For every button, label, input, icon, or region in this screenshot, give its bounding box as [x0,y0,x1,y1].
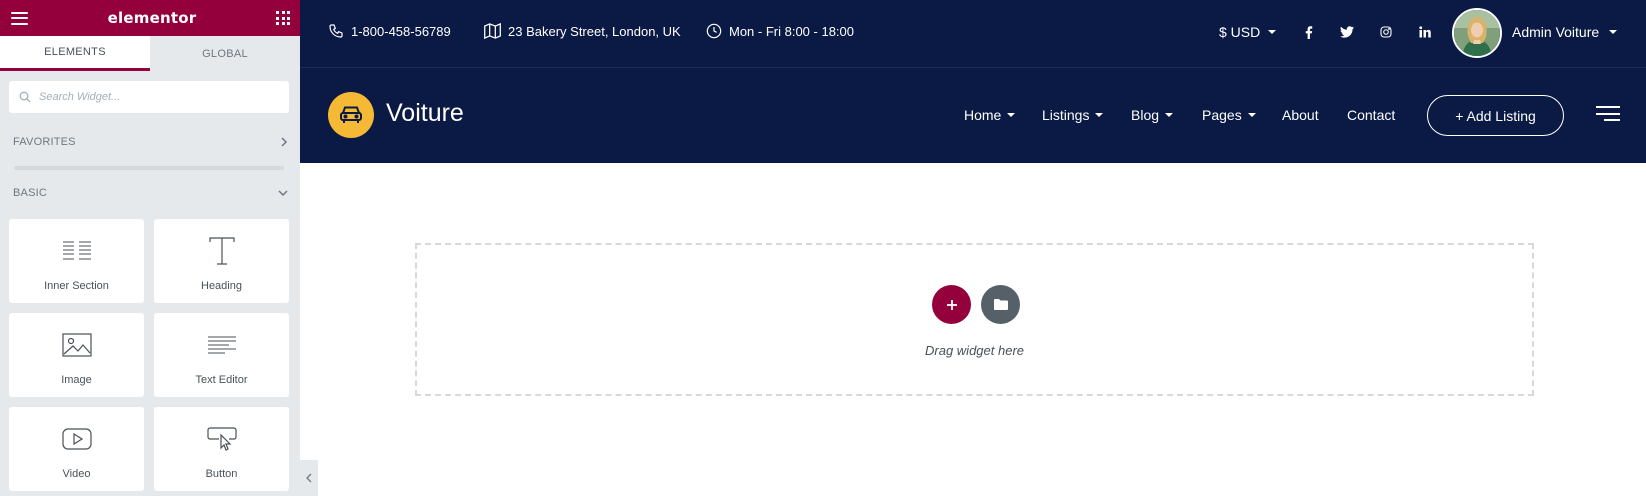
widget-label: Inner Section [44,280,109,292]
plus-icon [946,299,957,310]
widgets-grid-icon[interactable] [276,11,290,25]
widget-search [9,81,289,113]
nav-pages[interactable]: Pages [1202,107,1256,123]
caret-down-icon [1609,30,1618,34]
nav-label: Pages [1202,107,1242,123]
facebook-icon[interactable] [1301,24,1317,40]
widget-label: Heading [201,280,242,292]
currency-label: $ USD [1219,24,1261,40]
panel-tabs: ELEMENTS GLOBAL [0,36,300,71]
collapse-panel-button[interactable] [300,460,318,496]
widget-image[interactable]: Image [9,313,144,397]
image-icon [61,327,92,363]
user-menu[interactable]: Admin Voiture [1512,24,1618,40]
add-template-button[interactable] [981,285,1020,324]
caret-down-icon [1095,113,1104,117]
widget-text-editor[interactable]: Text Editor [154,313,289,397]
drag-widget-hint: Drag widget here [925,343,1024,358]
widget-label: Button [205,468,238,480]
clock-icon [706,23,722,39]
topbar-phone: 1-800-458-56789 [328,23,451,39]
currency-selector[interactable]: $ USD [1219,24,1277,40]
car-logo-icon[interactable] [328,92,374,138]
favorites-label: FAVORITES [13,136,76,148]
nav-listings[interactable]: Listings [1042,107,1104,123]
menu-icon[interactable] [11,11,28,25]
widget-heading[interactable]: Heading [154,219,289,303]
site-topbar: 1-800-458-56789 23 Bakery Street, London… [300,0,1646,68]
nav-about[interactable]: About [1282,107,1319,123]
widget-button[interactable]: Button [154,407,289,491]
basic-label: BASIC [13,187,48,199]
caret-down-icon [1007,113,1016,117]
chevron-down-icon [278,190,288,197]
nav-label: About [1282,107,1319,123]
map-icon [484,23,501,39]
basic-section-toggle[interactable]: BASIC [13,187,288,199]
instagram-icon[interactable] [1378,24,1394,40]
site-navbar: Voiture Home Listings Blog Pages About C… [300,68,1646,163]
nav-label: Home [964,107,1002,123]
twitter-icon[interactable] [1339,24,1355,40]
folder-icon [993,299,1008,310]
favorites-section-toggle[interactable]: FAVORITES [13,136,288,148]
elementor-panel: elementor ELEMENTS GLOBAL FAVORITES BASI… [0,0,300,496]
widget-label: Text Editor [195,374,248,386]
chevron-left-icon [306,473,312,483]
offcanvas-menu-icon[interactable] [1596,106,1620,121]
add-section-button[interactable] [932,285,971,324]
hours-text: Mon - Fri 8:00 - 18:00 [729,23,854,39]
search-input[interactable] [39,91,279,103]
inner-section-icon [62,233,92,269]
video-icon [61,421,92,457]
caret-down-icon [1268,30,1277,34]
section-divider [14,166,284,170]
address-text: 23 Bakery Street, London, UK [508,23,681,39]
widget-label: Video [62,468,91,480]
topbar-hours: Mon - Fri 8:00 - 18:00 [706,23,854,39]
nav-label: Blog [1131,107,1160,123]
widget-inner-section[interactable]: Inner Section [9,219,144,303]
tab-elements[interactable]: ELEMENTS [0,36,150,71]
phone-icon [329,24,343,38]
elementor-logo: elementor [107,9,197,27]
user-name: Admin Voiture [1512,24,1600,40]
widget-video[interactable]: Video [9,407,144,491]
heading-icon [208,233,236,269]
panel-header: elementor [0,0,300,36]
nav-home[interactable]: Home [964,107,1016,123]
site-logo-text[interactable]: Voiture [386,99,464,128]
tab-global[interactable]: GLOBAL [150,36,300,71]
nav-label: Listings [1042,107,1090,123]
caret-down-icon [1165,113,1174,117]
topbar-address: 23 Bakery Street, London, UK [484,23,681,39]
search-icon [19,91,31,103]
nav-label: Contact [1347,107,1396,123]
nav-contact[interactable]: Contact [1347,107,1395,123]
linkedin-icon[interactable] [1417,24,1433,40]
add-listing-button[interactable]: + Add Listing [1427,95,1564,136]
text-editor-icon [207,327,237,363]
nav-blog[interactable]: Blog [1131,107,1174,123]
avatar[interactable] [1452,8,1502,58]
widget-label: Image [61,374,92,386]
empty-section-drop-zone[interactable]: Drag widget here [415,243,1534,396]
phone-number: 1-800-458-56789 [351,23,451,39]
chevron-right-icon [281,137,288,147]
caret-down-icon [1247,113,1256,117]
button-icon [206,421,237,457]
